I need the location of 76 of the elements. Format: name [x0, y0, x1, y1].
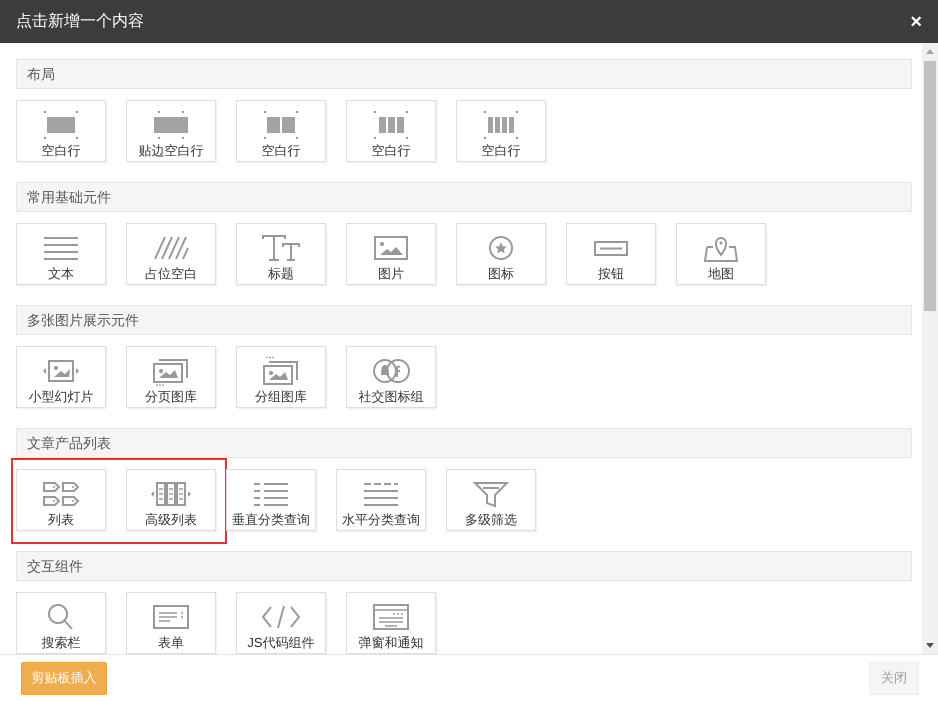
- component-tile[interactable]: 图标: [456, 223, 546, 285]
- component-tile[interactable]: 弹窗和通知: [346, 592, 436, 654]
- component-tile[interactable]: 文本: [16, 223, 106, 285]
- tile-label: 社交图标组: [358, 388, 424, 406]
- blank-row-icon: [41, 110, 81, 140]
- component-tile[interactable]: 图片: [346, 223, 436, 285]
- tile-label: 图片: [378, 265, 404, 283]
- component-tile[interactable]: 高级列表: [126, 469, 216, 531]
- scrollbar[interactable]: [922, 43, 938, 654]
- component-tile[interactable]: JS代码组件: [236, 592, 326, 654]
- close-button[interactable]: ×: [910, 12, 922, 32]
- tile-label: 分页图库: [145, 388, 197, 406]
- grouped-gallery-icon: [261, 356, 301, 386]
- tile-label: 贴边空白行: [138, 142, 204, 160]
- column-cards-icon: [151, 479, 191, 509]
- funnel-icon: [471, 479, 511, 509]
- four-column-row-icon: [481, 110, 521, 140]
- title-icon: [261, 233, 301, 263]
- tile-label: 弹窗和通知: [358, 634, 424, 652]
- tile-label: 空白行: [372, 142, 410, 160]
- component-tile[interactable]: 分组图库: [236, 346, 326, 408]
- component-tile[interactable]: 空白行: [236, 100, 326, 162]
- tile-label: 空白行: [42, 142, 80, 160]
- component-tile[interactable]: 占位空白: [126, 223, 216, 285]
- section-title: 常用基础元件: [27, 188, 111, 206]
- tile-label: 列表: [48, 511, 74, 529]
- tile-label: 表单: [158, 634, 184, 652]
- scroll-down-icon[interactable]: [926, 643, 934, 648]
- tile-label: 标题: [268, 265, 294, 283]
- dialog-title: 点击新增一个内容: [16, 12, 144, 32]
- form-icon: [151, 602, 191, 632]
- section-title: 文章产品列表: [27, 434, 111, 452]
- tile-label: 地图: [708, 265, 734, 283]
- three-column-row-icon: [371, 110, 411, 140]
- component-tile[interactable]: 空白行: [456, 100, 546, 162]
- component-tile[interactable]: 小型幻灯片: [16, 346, 106, 408]
- component-tile[interactable]: 表单: [126, 592, 216, 654]
- tile-label: 垂直分类查询: [232, 511, 310, 529]
- component-tile[interactable]: 垂直分类查询: [226, 469, 316, 531]
- tile-label: 水平分类查询: [342, 511, 420, 529]
- two-column-row-icon: [261, 110, 301, 140]
- tile-label: 多级筛选: [465, 511, 517, 529]
- full-width-row-icon: [151, 110, 191, 140]
- tile-label: 占位空白: [145, 265, 197, 283]
- popup-icon: [371, 602, 411, 632]
- tile-label: 搜索栏: [42, 634, 80, 652]
- component-tile[interactable]: 列表: [16, 469, 106, 531]
- tile-label: 空白行: [262, 142, 300, 160]
- tile-label: 按钮: [598, 265, 624, 283]
- tag-list-icon: [41, 479, 81, 509]
- image-icon: [371, 233, 411, 263]
- tile-label: JS代码组件: [247, 634, 315, 652]
- component-tile[interactable]: 分页图库: [126, 346, 216, 408]
- scrollbar-thumb[interactable]: [924, 61, 936, 311]
- component-tile[interactable]: 贴边空白行: [126, 100, 216, 162]
- tile-label: 高级列表: [145, 511, 197, 529]
- component-tile[interactable]: 社交图标组: [346, 346, 436, 408]
- component-tile[interactable]: 水平分类查询: [336, 469, 426, 531]
- tile-label: 空白行: [482, 142, 520, 160]
- component-tile[interactable]: 搜索栏: [16, 592, 106, 654]
- social-icons-icon: [371, 356, 411, 386]
- tile-label: 分组图库: [255, 388, 307, 406]
- section-title: 交互组件: [27, 556, 83, 576]
- scroll-up-icon[interactable]: [926, 49, 934, 54]
- paged-gallery-icon: [151, 356, 191, 386]
- component-tile[interactable]: 空白行: [346, 100, 436, 162]
- tile-label: 小型幻灯片: [28, 388, 94, 406]
- component-tile[interactable]: 空白行: [16, 100, 106, 162]
- component-tile[interactable]: 多级筛选: [446, 469, 536, 531]
- tile-label: 图标: [488, 265, 514, 283]
- section-title: 多张图片展示元件: [27, 310, 139, 330]
- component-tile[interactable]: 地图: [676, 223, 766, 285]
- tile-label: 文本: [48, 265, 74, 283]
- section-title: 布局: [27, 64, 55, 84]
- component-tile[interactable]: 标题: [236, 223, 326, 285]
- component-tile[interactable]: 按钮: [566, 223, 656, 285]
